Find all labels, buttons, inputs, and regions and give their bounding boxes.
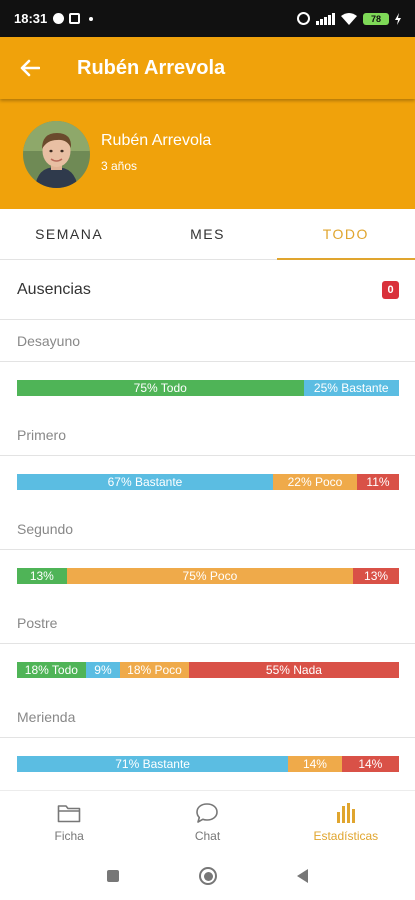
stacked-bar: 13% 75% Poco 13% (17, 568, 399, 584)
more-notifications-icon (89, 16, 94, 21)
bar-segment-todo: 75% Todo (17, 380, 304, 396)
battery-icon: 78 (363, 12, 389, 25)
nav-ficha[interactable]: Ficha (0, 791, 138, 852)
folder-icon (56, 801, 82, 825)
alarm-icon (297, 12, 310, 25)
tab-todo[interactable]: TODO (276, 209, 415, 260)
charging-icon (395, 12, 401, 25)
bar-segment-bastante: 71% Bastante (17, 756, 289, 772)
meal-bar-row: 71% Bastante 14% 14% (0, 738, 415, 790)
bar-segment-bastante: 25% Bastante (303, 380, 399, 396)
status-bar: 18:31 78 (0, 0, 415, 37)
bar-segment-todo: 13% (17, 568, 67, 584)
meal-bar-row: 18% Todo 9% 18% Poco 55% Nada (0, 644, 415, 696)
statistics-content: Ausencias 0 Desayuno 75% Todo 25% Bastante… (0, 260, 415, 790)
bar-segment-poco: 14% (288, 756, 342, 772)
profile-age: 3 años (101, 158, 138, 173)
app-notification-icon (53, 13, 65, 24)
meal-bar-row: 13% 75% Poco 13% (0, 550, 415, 602)
stacked-bar: 75% Todo 25% Bastante (17, 380, 399, 396)
absences-row: Ausencias 0 (0, 260, 415, 320)
meal-header: Desayuno (0, 320, 415, 362)
bar-segment-bastante: 9% (85, 662, 121, 678)
status-time: 18:31 (14, 11, 48, 26)
meal-header: Segundo (0, 508, 415, 550)
arrow-left-icon (20, 59, 40, 77)
period-tabs: SEMANA MES TODO (0, 209, 415, 260)
stacked-bar: 71% Bastante 14% 14% (17, 756, 399, 772)
bar-segment-nada: 55% Nada (188, 662, 399, 678)
recent-apps-button[interactable] (107, 870, 119, 882)
absences-label: Ausencias (17, 280, 91, 298)
app-bar: Rubén Arrevola (0, 37, 415, 99)
chat-bubble-icon (194, 801, 220, 825)
stacked-bar: 18% Todo 9% 18% Poco 55% Nada (17, 662, 399, 678)
bar-segment-poco: 22% Poco (272, 474, 357, 490)
bar-segment-todo: 18% Todo (17, 662, 86, 678)
page-title: Rubén Arrevola (77, 56, 226, 79)
meal-header: Primero (0, 414, 415, 456)
bar-segment-nada: 14% (341, 756, 399, 772)
bar-chart-icon (333, 801, 359, 825)
stacked-bar: 67% Bastante 22% Poco 11% (17, 474, 399, 490)
bar-segment-nada: 11% (356, 474, 399, 490)
meal-bar-row: 67% Bastante 22% Poco 11% (0, 456, 415, 508)
nav-chat-label: Chat (194, 828, 221, 843)
back-button[interactable] (0, 37, 60, 99)
nav-estadisticas[interactable]: Estadísticas (277, 791, 415, 852)
home-button[interactable] (199, 867, 217, 885)
bar-segment-poco: 18% Poco (120, 662, 189, 678)
bar-segment-bastante: 67% Bastante (17, 474, 273, 490)
bar-segment-nada: 13% (353, 568, 399, 584)
signal-icon (316, 12, 335, 25)
bottom-navigation: Ficha Chat Estadísticas (0, 790, 415, 852)
meal-header: Merienda (0, 696, 415, 738)
bar-segment-poco: 75% Poco (66, 568, 354, 584)
meal-bar-row: 75% Todo 25% Bastante (0, 362, 415, 414)
nav-chat[interactable]: Chat (138, 791, 276, 852)
tab-semana[interactable]: SEMANA (0, 209, 138, 259)
profile-name: Rubén Arrevola (101, 131, 212, 149)
absences-count-badge: 0 (382, 280, 399, 299)
avatar (23, 120, 90, 188)
profile-header: Rubén Arrevola 3 años (0, 99, 415, 209)
wifi-icon (341, 12, 357, 25)
nav-ficha-label: Ficha (54, 828, 84, 843)
system-navigation-bar (0, 852, 415, 900)
tab-mes[interactable]: MES (138, 209, 276, 259)
meal-list: Desayuno 75% Todo 25% Bastante Primero 67% B… (0, 320, 415, 790)
nav-estadisticas-label: Estadísticas (313, 828, 379, 843)
twitch-notification-icon (69, 13, 81, 24)
meal-header: Postre (0, 602, 415, 644)
system-back-button[interactable] (297, 869, 308, 883)
